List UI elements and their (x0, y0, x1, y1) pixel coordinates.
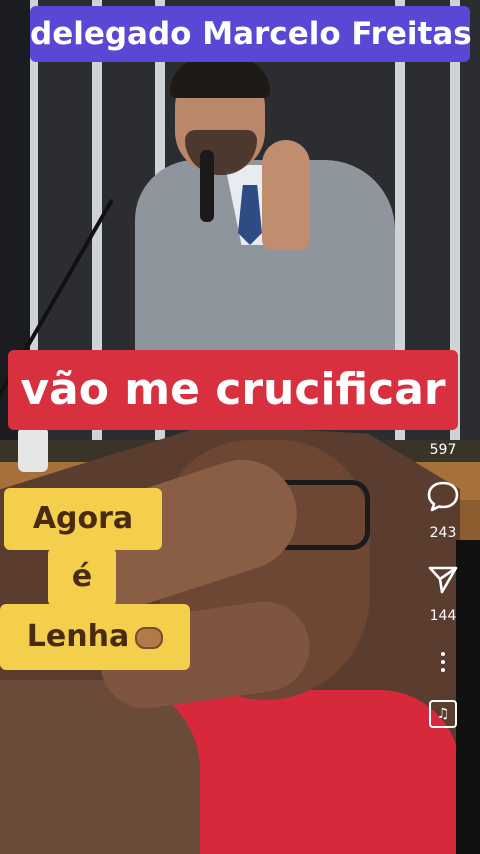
caption-line-3-text: Lenha (26, 619, 130, 654)
praying-hands (262, 140, 310, 250)
firewood-icon (135, 626, 164, 649)
share-count: 144 (429, 608, 457, 624)
comment-icon[interactable] (425, 478, 461, 514)
microphone (200, 150, 214, 222)
speaker-hair (170, 58, 270, 98)
caption-line-1: Agora (4, 488, 162, 550)
caption-line-2: é (48, 548, 116, 606)
like-count: 597 (429, 442, 457, 458)
hand (0, 680, 200, 854)
music-icon[interactable]: ♫ (429, 700, 457, 728)
share-icon[interactable] (425, 560, 461, 596)
caption-line-3: Lenha (0, 604, 190, 670)
comment-count: 243 (429, 525, 457, 541)
main-caption: vão me crucificar (8, 350, 458, 430)
video-frame[interactable]: delegado Marcelo Freitas vão me crucific… (0, 0, 480, 854)
more-options-icon[interactable] (441, 652, 445, 672)
cup (18, 430, 48, 472)
title-caption: delegado Marcelo Freitas (30, 6, 472, 62)
